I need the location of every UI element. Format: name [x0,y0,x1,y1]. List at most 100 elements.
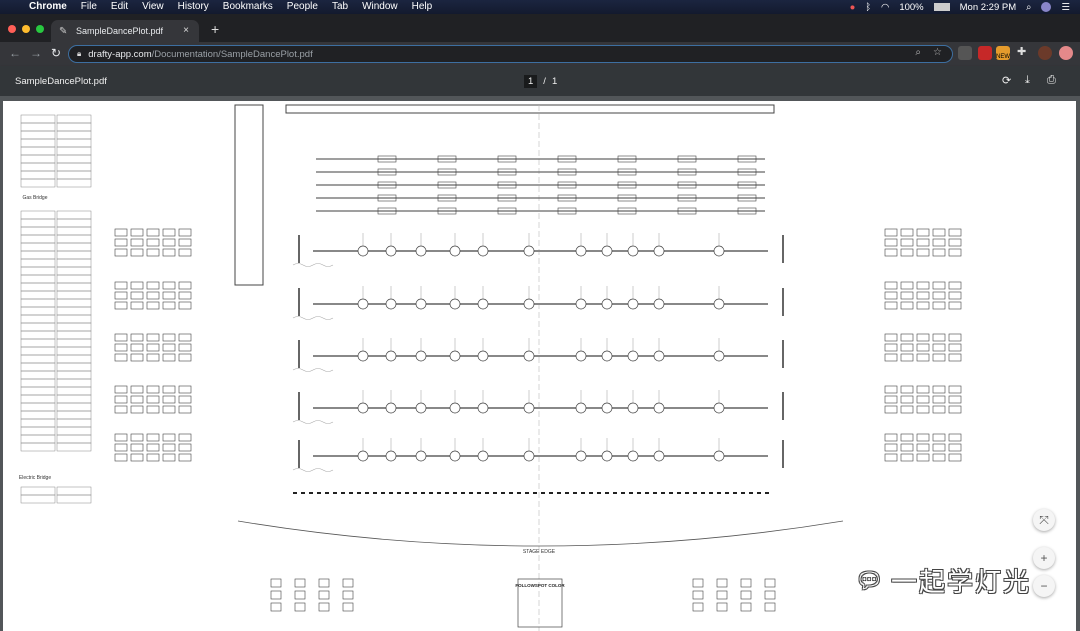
reload-button[interactable]: ↻ [51,46,61,60]
side-fixture-left [114,301,128,310]
channel-table-main-row [20,394,56,404]
menu-edit[interactable]: Edit [104,0,135,14]
fixture [601,450,613,462]
tab-sampledanceplot[interactable]: ✎ SampleDancePlot.pdf × [51,20,199,42]
side-fixture-right [932,333,946,342]
side-fixture-left [130,291,144,300]
page-separator: / [543,76,546,87]
extension-bulb-icon[interactable] [958,46,972,60]
status-app-icon[interactable]: ● [850,2,856,13]
window-close-button[interactable] [8,25,16,33]
foh-fixture [342,602,354,612]
back-button[interactable]: ← [9,46,21,60]
spotlight-search-icon[interactable]: ⌕ [1026,2,1031,13]
rotate-icon[interactable]: ⟳ [1002,74,1011,87]
side-fixture-right [884,281,898,290]
lock-icon[interactable]: 🔒︎ [77,49,81,59]
address-bar[interactable]: 🔒︎ drafty-app.com /Documentation/SampleD… [68,45,953,63]
window-zoom-button[interactable] [36,25,44,33]
extension-pink-icon[interactable] [1059,46,1073,60]
fixture [477,298,489,310]
channel-table-main-row [20,258,56,268]
user-avatar-icon[interactable] [1041,2,1052,12]
foh-fixture [764,578,776,588]
channel-table-main-row [56,394,92,404]
fit-to-page-button[interactable]: ⤧ [1033,509,1055,531]
battery-icon[interactable] [933,3,950,11]
side-fixture-left [130,405,144,414]
extension-red-icon[interactable] [978,46,992,60]
zoom-page-icon[interactable]: ⌕ [915,47,921,58]
foh-fixture [716,602,728,612]
side-fixture-right [916,453,930,462]
pdf-viewer[interactable]: Gas Bridge Electric Bridge STAGE EDGE FOLLO… [0,96,1080,631]
channel-table-main-row [56,322,92,332]
side-fixture-left [162,385,176,394]
window-minimize-button[interactable] [22,25,30,33]
channel-table-main-row [56,266,92,276]
extensions-puzzle-icon[interactable]: ✚ [1017,45,1031,59]
foh-fixture [716,578,728,588]
zoom-out-button[interactable]: − [1033,575,1055,597]
side-fixture-right [900,291,914,300]
battery-percent: 100% [899,1,924,13]
foh-fixture [692,602,704,612]
fixture [575,350,587,362]
channel-table-main-row [20,298,56,308]
foh-fixture [692,578,704,588]
side-fixture-right [916,385,930,394]
fixture [575,245,587,257]
download-icon[interactable]: ⤓ [1025,74,1030,87]
bookmark-star-icon[interactable]: ☆ [933,47,942,58]
side-fixture-right [932,238,946,247]
channel-table-main-row [56,242,92,252]
followspot-color-title: FOLLOWSPOT COLOR [515,583,565,588]
menu-window[interactable]: Window [355,0,405,14]
side-fixture-right [932,453,946,462]
channel-table-main-row [20,266,56,276]
print-icon[interactable]: ⎙ [1047,74,1056,87]
side-fixture-left [130,238,144,247]
wifi-icon[interactable]: ◠ [881,2,889,13]
side-fixture-right [916,291,930,300]
new-tab-button[interactable]: + [211,21,219,37]
foh-fixture [764,602,776,612]
side-fixture-right [948,228,962,237]
menu-bookmarks[interactable]: Bookmarks [216,0,280,14]
side-fixture-right [948,281,962,290]
control-center-icon[interactable]: ☰ [1061,2,1070,13]
clock[interactable]: Mon 2:29 PM [960,2,1017,13]
channel-table-main-row [56,402,92,412]
side-fixture-left [162,405,176,414]
bluetooth-icon[interactable]: ᛒ [865,2,871,13]
menu-help[interactable]: Help [405,0,440,14]
side-fixture-left [162,453,176,462]
foh-fixture [692,590,704,600]
channel-table-main-row [56,234,92,244]
forward-button[interactable]: → [30,46,42,60]
side-fixture-right [932,405,946,414]
side-fixture-right [884,248,898,257]
side-fixture-right [948,291,962,300]
channel-table-main-row [56,298,92,308]
channel-table-main-row [20,322,56,332]
side-fixture-left [130,443,144,452]
side-fixture-right [948,248,962,257]
navigation-bar: ← → ↻ 🔒︎ drafty-app.com /Documentation/S… [0,42,1080,66]
side-fixture-right [932,353,946,362]
side-fixture-left [114,405,128,414]
page-number-input[interactable]: 1 [524,75,538,88]
channel-table-main-row [20,418,56,428]
menu-people[interactable]: People [280,0,325,14]
menu-file[interactable]: File [74,0,104,14]
tab-close-icon[interactable]: × [183,25,189,36]
zoom-in-button[interactable]: + [1033,547,1055,569]
menu-app-name[interactable]: Chrome [22,0,74,14]
extension-new-icon[interactable]: NEW [996,46,1010,60]
side-fixture-right [948,395,962,404]
channel-table-bottom-row [56,494,92,504]
menu-history[interactable]: History [171,0,216,14]
menu-view[interactable]: View [135,0,171,14]
profile-avatar[interactable] [1038,46,1052,60]
menu-tab[interactable]: Tab [325,0,355,14]
